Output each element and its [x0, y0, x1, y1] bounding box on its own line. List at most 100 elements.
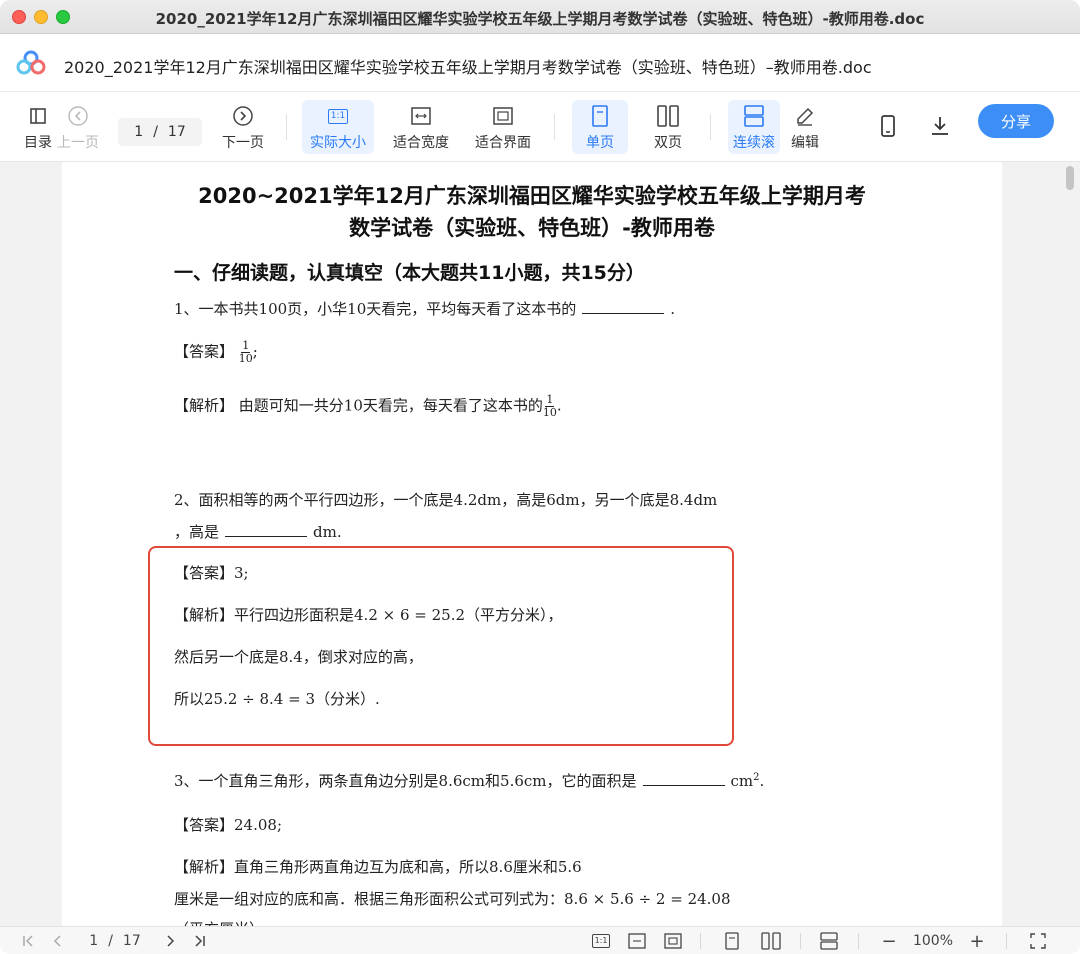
edit-button[interactable]: 编辑	[784, 100, 826, 154]
double-page-small-button[interactable]	[760, 931, 782, 951]
download-button[interactable]	[926, 110, 954, 164]
window-title: 2020_2021学年12月广东深圳福田区耀华实验学校五年级上学期月考数学试卷（…	[155, 10, 925, 28]
fit-width-small-icon	[628, 933, 646, 949]
current-page: 1	[134, 124, 144, 140]
fit-page-small-icon	[664, 933, 682, 949]
fit-width-label: 适合宽度	[393, 135, 449, 151]
bottom-page-separator: /	[108, 933, 113, 949]
question-1-answer: 【答案】 1 10;	[174, 339, 258, 366]
status-bar: 1 / 17 1:1 − 100% +	[0, 926, 1080, 954]
first-page-icon	[23, 935, 33, 947]
status-divider	[700, 933, 701, 949]
status-divider	[1006, 933, 1007, 949]
toc-button[interactable]: 目录	[22, 100, 54, 154]
question-2-stem-line2: ，高是 dm.	[174, 523, 342, 541]
question-2-analysis-line1: 【解析】平行四边形面积是4.2 × 6 = 25.2（平方分米），	[174, 606, 563, 624]
continuous-scroll-button[interactable]: 连续滚	[728, 100, 780, 154]
double-page-icon	[657, 104, 679, 128]
document-title: 2020_2021学年12月广东深圳福田区耀华实验学校五年级上学期月考数学试卷（…	[64, 58, 872, 77]
fit-page-button[interactable]: 适合界面	[470, 100, 536, 154]
document-page: 2020~2021学年12月广东深圳福田区耀华实验学校五年级上学期月考 数学试卷…	[62, 162, 1002, 926]
phone-icon	[880, 114, 896, 138]
fullscreen-icon	[1030, 933, 1046, 949]
toc-icon	[28, 104, 48, 128]
page-separator: /	[153, 124, 158, 140]
fit-width-small-button[interactable]	[626, 931, 648, 951]
question-2-analysis-line2: 然后另一个底是8.4，倒求对应的高，	[174, 648, 423, 666]
document-title-line2: 数学试卷（实验班、特色班）-教师用卷	[349, 216, 715, 240]
bottom-current-page: 1	[89, 933, 99, 949]
last-page-button[interactable]	[190, 931, 208, 951]
question-2-analysis-line3: 所以25.2 ÷ 8.4 = 3（分米）.	[174, 690, 380, 708]
double-page-small-icon	[761, 932, 781, 950]
toc-label: 目录	[24, 135, 52, 151]
chevron-right-icon	[167, 935, 175, 947]
chevron-right-icon	[232, 104, 254, 128]
prev-page-label: 上一页	[57, 135, 99, 151]
question-3-analysis-line3: （平方厘米）	[174, 918, 264, 926]
actual-size-button[interactable]: 1:1 实际大小	[302, 100, 374, 154]
share-button[interactable]: 分享	[978, 104, 1054, 138]
app-window: 2020_2021学年12月广东深圳福田区耀华实验学校五年级上学期月考数学试卷（…	[0, 0, 1080, 954]
next-page-button[interactable]: 下一页	[218, 100, 268, 154]
question-2-answer: 【答案】3;	[174, 564, 249, 582]
question-1-stem: 1、一本书共100页，小华10天看完，平均每天看了这本书的.	[174, 300, 676, 318]
single-page-small-icon	[725, 932, 739, 950]
question-2-stem-line1: 2、面积相等的两个平行四边形，一个底是4.2dm，高是6dm，另一个底是8.4d…	[174, 491, 718, 509]
chevron-left-icon	[67, 104, 89, 128]
continuous-scroll-small-icon	[820, 932, 838, 950]
document-title-line1: 2020~2021学年12月广东深圳福田区耀华实验学校五年级上学期月考	[198, 184, 866, 208]
document-viewport[interactable]: 2020~2021学年12月广东深圳福田区耀华实验学校五年级上学期月考 数学试卷…	[0, 162, 1080, 926]
question-3-answer: 【答案】24.08;	[174, 816, 283, 834]
page-number-field[interactable]: 1 / 17	[118, 118, 202, 146]
bottom-total-pages: 17	[122, 933, 141, 949]
fit-width-icon	[411, 104, 431, 128]
status-divider	[800, 933, 801, 949]
question-3-analysis-line1: 【解析】直角三角形两直角边互为底和高，所以8.6厘米和5.6	[174, 858, 582, 876]
zoom-in-button[interactable]: +	[968, 931, 986, 952]
continuous-scroll-label: 连续滚	[733, 135, 775, 151]
edit-label: 编辑	[791, 135, 819, 151]
double-page-button[interactable]: 双页	[642, 100, 694, 154]
single-page-icon	[591, 104, 609, 128]
toolbar-divider	[554, 114, 555, 140]
question-3-stem: 3、一个直角三角形，两条直角边分别是8.6cm和5.6cm，它的面积是 cm2.	[174, 772, 765, 790]
first-page-button[interactable]	[20, 931, 38, 951]
fullscreen-button[interactable]	[1028, 931, 1048, 951]
double-page-label: 双页	[654, 135, 682, 151]
answer-blank	[225, 536, 308, 537]
fraction: 1 10	[542, 393, 557, 420]
next-page-small-button[interactable]	[162, 931, 178, 951]
toolbar-divider	[710, 114, 711, 140]
app-logo-icon	[16, 50, 46, 75]
single-page-button[interactable]: 单页	[572, 100, 628, 154]
vertical-scrollbar[interactable]	[1066, 166, 1074, 190]
actual-size-label: 实际大小	[310, 135, 366, 151]
question-3-analysis-line2: 厘米是一组对应的底和高．根据三角形面积公式可列式为：8.6 × 5.6 ÷ 2 …	[174, 890, 731, 908]
fit-page-label: 适合界面	[475, 135, 531, 151]
actual-size-small-icon: 1:1	[591, 934, 611, 948]
chevron-left-icon	[53, 935, 61, 947]
mobile-view-button[interactable]	[876, 110, 900, 164]
zoom-level: 100%	[912, 933, 954, 949]
fit-width-button[interactable]: 适合宽度	[388, 100, 454, 154]
next-page-label: 下一页	[222, 135, 264, 151]
prev-page-button[interactable]: 上一页	[54, 100, 102, 154]
total-pages: 17	[167, 124, 186, 140]
download-icon	[929, 114, 951, 138]
last-page-icon	[195, 935, 205, 947]
status-divider	[858, 933, 859, 949]
single-page-small-button[interactable]	[722, 931, 742, 951]
answer-blank	[582, 313, 665, 314]
zoom-out-button[interactable]: −	[880, 931, 898, 952]
bottom-page-indicator[interactable]: 1 / 17	[82, 931, 148, 951]
fit-page-small-button[interactable]	[662, 931, 684, 951]
edit-icon	[795, 104, 815, 128]
single-page-label: 单页	[586, 135, 614, 151]
continuous-scroll-small-button[interactable]	[818, 931, 840, 951]
continuous-scroll-icon	[744, 104, 764, 128]
document-header: 2020_2021学年12月广东深圳福田区耀华实验学校五年级上学期月考数学试卷（…	[0, 34, 1080, 92]
actual-size-small-button[interactable]: 1:1	[590, 931, 612, 951]
prev-page-small-button[interactable]	[50, 931, 66, 951]
toolbar: 目录 上一页 1 / 17 下一页 1:1 实际大小 适合宽度 适合界面 单页 …	[0, 92, 1080, 162]
